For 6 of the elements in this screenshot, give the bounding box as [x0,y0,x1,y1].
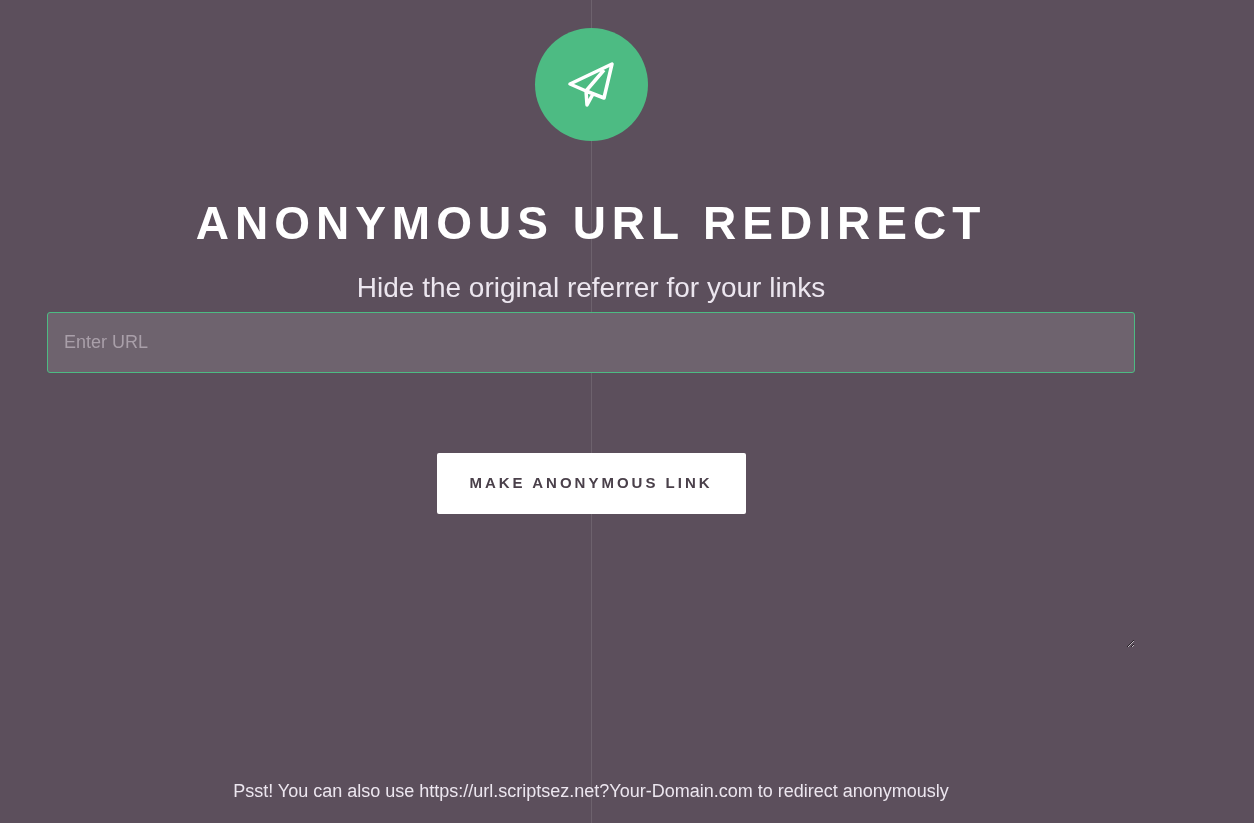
make-link-button[interactable]: MAKE ANONYMOUS LINK [436,453,746,514]
paper-plane-icon [566,59,616,110]
footer-note: Psst! You can also use https://url.scriptsez.net?Your-Domain.com to redirect anonymously [232,780,950,803]
page-title: ANONYMOUS URL REDIRECT [195,196,987,251]
url-input-field[interactable]: Enter URL [47,312,1135,373]
page-subtitle: Hide the original referrer for your links [356,271,826,305]
